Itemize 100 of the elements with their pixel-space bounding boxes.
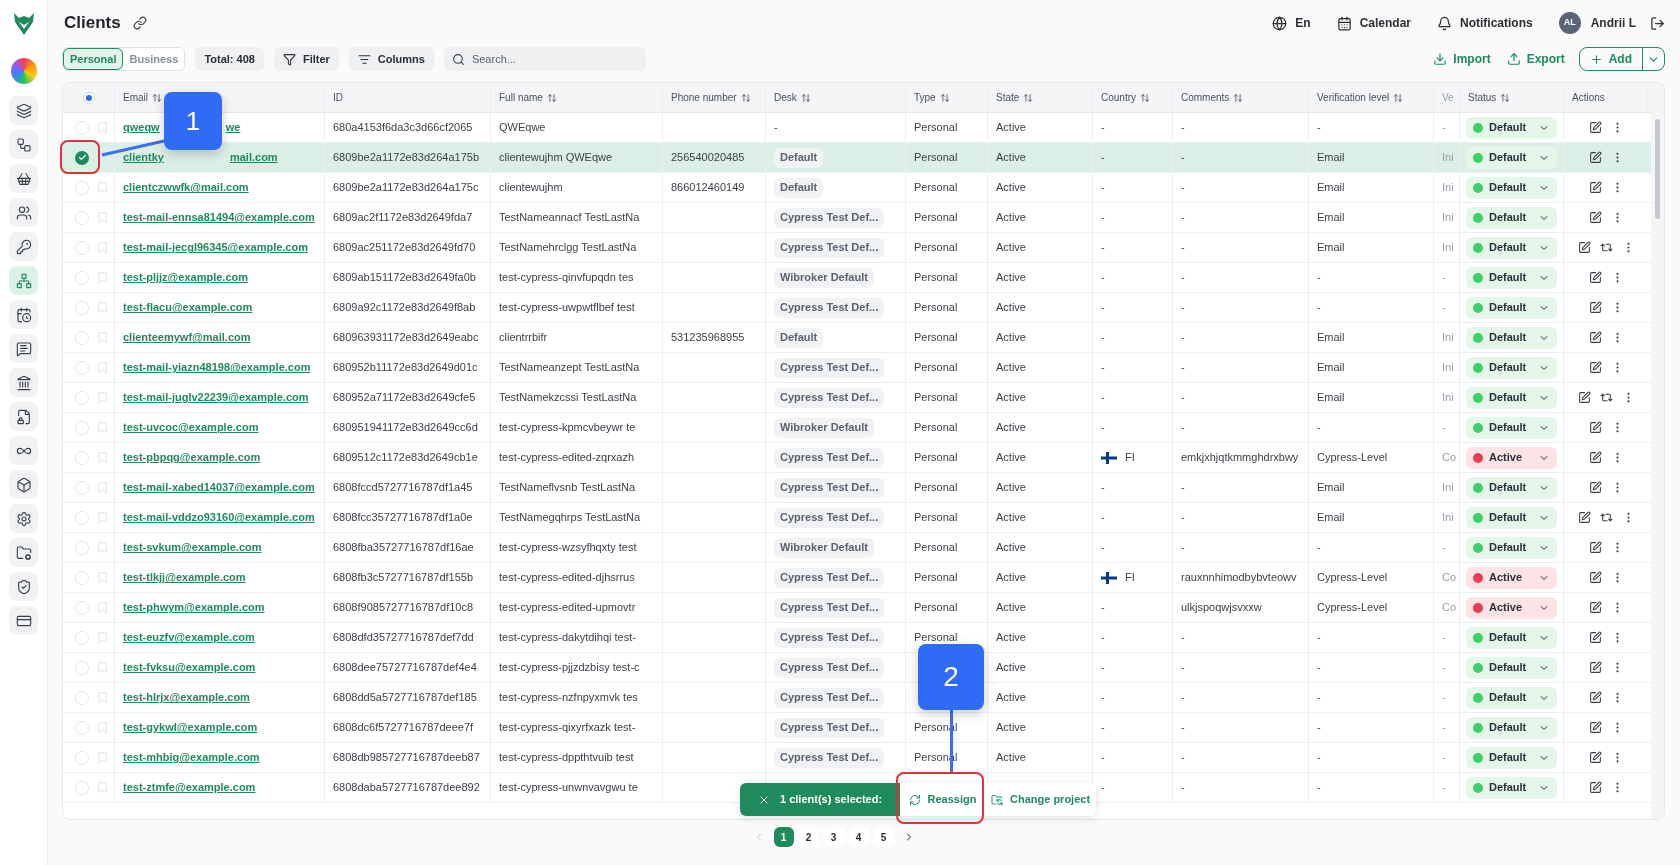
row-checkbox[interactable] <box>75 780 89 795</box>
columns-button[interactable]: Columns <box>348 47 434 71</box>
export-button[interactable]: Export <box>1506 50 1565 68</box>
row-checkbox[interactable] <box>75 630 89 645</box>
edit-icon[interactable] <box>1588 181 1602 194</box>
email-link[interactable]: test-gykwl@example.com <box>123 719 258 736</box>
email-link[interactable]: test-mail-ennsa81494@example.com <box>123 209 315 226</box>
edit-icon[interactable] <box>1588 751 1602 764</box>
edit-icon[interactable] <box>1588 421 1602 434</box>
email-link[interactable]: test-tlkjj@example.com <box>123 569 246 586</box>
status-dropdown[interactable]: Default <box>1466 176 1557 199</box>
edit-icon[interactable] <box>1588 481 1602 494</box>
status-dropdown[interactable]: Default <box>1466 206 1557 229</box>
logout-button[interactable] <box>1650 15 1665 31</box>
sort-icon[interactable] <box>800 92 811 103</box>
search-field[interactable]: Search... <box>443 47 646 71</box>
row-checkbox[interactable] <box>75 510 89 525</box>
status-dropdown[interactable]: Default <box>1466 716 1557 739</box>
email-link[interactable]: clienteemywf@mail.com <box>123 329 251 346</box>
table-row[interactable]: test-flacu@example.com 6809a92c1172e83d2649f8ab test-cypress-uwpwtflbef test Cypress Test Def... Personal Active - - - - Default <box>63 293 1651 323</box>
status-dropdown[interactable]: Active <box>1466 596 1557 619</box>
status-dropdown[interactable]: Default <box>1466 326 1557 349</box>
table-row[interactable]: test-mail-yiazn48198@example.com 680952b11172e83d2649d01c TestNameanzept TestLastNa Cypress Test Def... Personal Active - - Email Ini Default <box>63 353 1651 383</box>
sidebar-item[interactable] <box>9 130 38 159</box>
email-link[interactable]: test-mail-vddzo93160@example.com <box>123 509 315 526</box>
edit-icon[interactable] <box>1588 541 1602 554</box>
calendar-button[interactable]: Calendar <box>1336 14 1411 32</box>
email-link[interactable]: test-uvcoc@example.com <box>123 419 259 436</box>
edit-icon[interactable] <box>1588 661 1602 674</box>
sidebar-item[interactable] <box>9 96 38 125</box>
status-dropdown[interactable]: Default <box>1466 236 1557 259</box>
row-checkbox[interactable] <box>75 270 89 285</box>
edit-icon[interactable] <box>1577 511 1591 524</box>
status-dropdown[interactable]: Default <box>1466 686 1557 709</box>
email-link[interactable]: mail.com <box>229 149 278 166</box>
sort-icon[interactable] <box>1393 92 1404 103</box>
row-checkbox[interactable] <box>75 300 89 315</box>
email-link[interactable]: test-hlrjx@example.com <box>123 689 250 706</box>
edit-icon[interactable] <box>1588 781 1602 794</box>
sidebar-item[interactable] <box>9 300 38 329</box>
edit-icon[interactable] <box>1588 601 1602 614</box>
edit-icon[interactable] <box>1588 301 1602 314</box>
row-checkbox[interactable] <box>75 750 89 765</box>
email-link[interactable]: test-mhbig@example.com <box>123 749 260 766</box>
email-link[interactable]: clientky <box>123 149 164 166</box>
row-checkbox[interactable] <box>75 660 89 675</box>
row-checkbox[interactable] <box>75 480 89 495</box>
row-checkbox[interactable] <box>75 360 89 375</box>
edit-icon[interactable] <box>1577 241 1591 254</box>
sidebar-item[interactable] <box>9 606 38 635</box>
import-button[interactable]: Import <box>1433 50 1491 68</box>
email-link[interactable]: clientczwwfk@mail.com <box>123 179 249 196</box>
row-checkbox[interactable] <box>75 390 89 405</box>
email-link[interactable]: test-euzfv@example.com <box>123 629 255 646</box>
row-checkbox[interactable] <box>75 150 89 165</box>
sort-icon[interactable] <box>1500 92 1511 103</box>
swap-icon[interactable] <box>1599 241 1613 254</box>
sort-icon[interactable] <box>1233 92 1244 103</box>
edit-icon[interactable] <box>1588 691 1602 704</box>
status-dropdown[interactable]: Default <box>1466 506 1557 529</box>
sort-icon[interactable] <box>939 92 950 103</box>
edit-icon[interactable] <box>1588 211 1602 224</box>
email-link[interactable]: test-phwym@example.com <box>123 599 265 616</box>
scrollbar-thumb[interactable] <box>1655 119 1660 219</box>
email-link[interactable]: test-flacu@example.com <box>123 299 253 316</box>
edit-icon[interactable] <box>1588 271 1602 284</box>
status-dropdown[interactable]: Default <box>1466 266 1557 289</box>
email-link[interactable]: test-mail-jecgl96345@example.com <box>123 239 308 256</box>
status-dropdown[interactable]: Default <box>1466 416 1557 439</box>
swap-icon[interactable] <box>1599 511 1613 524</box>
edit-icon[interactable] <box>1577 391 1591 404</box>
edit-icon[interactable] <box>1588 151 1602 164</box>
status-dropdown[interactable]: Default <box>1466 656 1557 679</box>
sort-icon[interactable] <box>1023 92 1034 103</box>
segment-tab[interactable]: Personal <box>63 48 124 70</box>
sidebar-item[interactable] <box>9 232 38 261</box>
row-checkbox[interactable] <box>75 600 89 615</box>
email-link[interactable]: test-pljjz@example.com <box>123 269 249 286</box>
language-button[interactable]: En <box>1272 14 1311 32</box>
row-checkbox[interactable] <box>75 240 89 255</box>
bulk-action-button[interactable]: Change project <box>985 783 1097 816</box>
page-button[interactable]: 3 <box>823 827 844 847</box>
row-checkbox[interactable] <box>75 720 89 735</box>
notifications-button[interactable]: Notifications <box>1437 14 1533 32</box>
sidebar-item[interactable] <box>9 164 38 193</box>
status-dropdown[interactable]: Default <box>1466 776 1557 799</box>
bulk-action-button[interactable]: Reassign <box>900 783 985 816</box>
status-dropdown[interactable]: Default <box>1466 356 1557 379</box>
email-link[interactable]: test-fvksu@example.com <box>123 659 256 676</box>
sidebar-item[interactable] <box>9 504 38 533</box>
table-row[interactable]: test-mail-xabed14037@example.com 6808fccd5727716787df1a45 TestNameflvsnb TestLastNa Cypress Test Def... Personal Active - - Email Ini Default <box>63 473 1651 503</box>
email-link[interactable]: test-mail-juglv22239@example.com <box>123 389 309 406</box>
row-checkbox[interactable] <box>75 570 89 585</box>
row-checkbox[interactable] <box>75 690 89 705</box>
status-dropdown[interactable]: Default <box>1466 746 1557 769</box>
row-checkbox[interactable] <box>75 180 89 195</box>
row-checkbox[interactable] <box>75 330 89 345</box>
sidebar-item[interactable] <box>9 538 38 567</box>
row-checkbox[interactable] <box>75 450 89 465</box>
page-button[interactable]: 4 <box>848 827 869 847</box>
